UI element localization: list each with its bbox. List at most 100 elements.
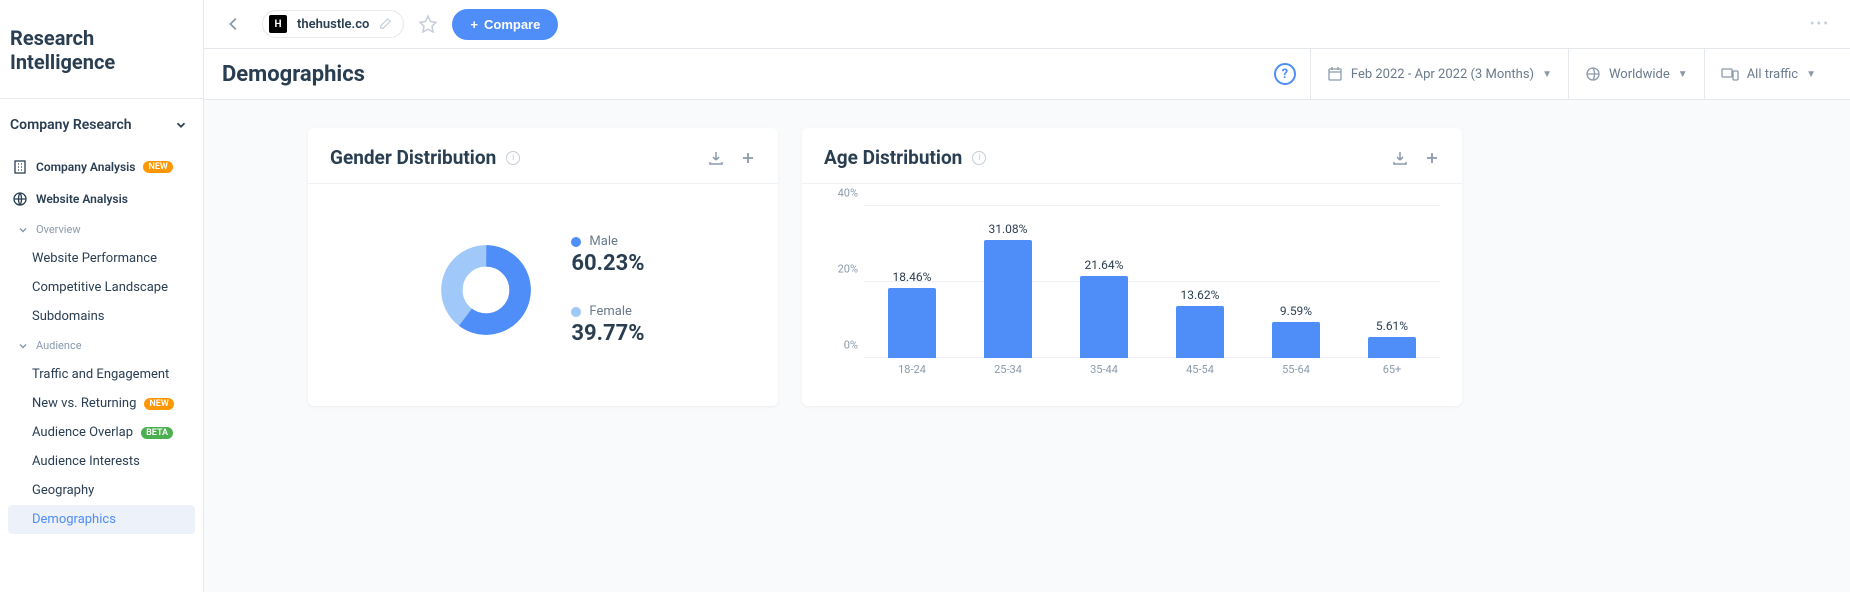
sidebar-item-subdomains[interactable]: Subdomains xyxy=(0,302,203,331)
sidebar-item-new-returning[interactable]: New vs. ReturningNEW xyxy=(0,389,203,418)
region-filter[interactable]: Worldwide ▼ xyxy=(1568,49,1704,99)
y-tick: 40% xyxy=(838,187,858,200)
legend-dot xyxy=(571,237,581,247)
bar xyxy=(888,288,936,358)
cards-row: Gender Distribution i xyxy=(204,100,1850,434)
globe-icon xyxy=(12,191,28,207)
subgroup-label: Audience xyxy=(36,339,82,352)
globe-icon xyxy=(1585,66,1601,82)
favorite-button[interactable] xyxy=(418,14,438,34)
sidebar-item-audience-interests[interactable]: Audience Interests xyxy=(0,447,203,476)
main-area: H thehustle.co + Compare ••• Demographic… xyxy=(204,0,1850,592)
more-menu-button[interactable]: ••• xyxy=(1806,12,1834,36)
filter-label: Feb 2022 - Apr 2022 (3 Months) xyxy=(1351,67,1534,82)
page-title: Demographics xyxy=(222,62,365,87)
x-tick: 65+ xyxy=(1362,363,1422,376)
bar-value-label: 21.64% xyxy=(1085,258,1124,272)
traffic-filter[interactable]: All traffic ▼ xyxy=(1704,49,1832,99)
gender-chart: Male 60.23% Female 39.77% xyxy=(308,184,778,406)
favicon-icon: H xyxy=(269,15,287,33)
chevron-down-icon: ▼ xyxy=(1806,69,1816,80)
gender-legend: Male 60.23% Female 39.77% xyxy=(571,234,644,346)
download-button[interactable] xyxy=(1392,150,1408,166)
back-button[interactable] xyxy=(220,10,248,38)
add-button[interactable] xyxy=(740,150,756,166)
legend-dot xyxy=(571,307,581,317)
sidebar-item-demographics[interactable]: Demographics xyxy=(8,505,195,534)
donut-chart xyxy=(441,245,531,335)
x-tick: 18-24 xyxy=(882,363,942,376)
bar-value-label: 18.46% xyxy=(893,270,932,284)
add-button[interactable] xyxy=(1424,150,1440,166)
nav-label: Website Performance xyxy=(32,251,157,266)
devices-icon xyxy=(1721,66,1739,82)
bar xyxy=(1176,306,1224,358)
calendar-icon xyxy=(1327,66,1343,82)
age-distribution-card: Age Distribution i xyxy=(802,128,1462,406)
bar-value-label: 9.59% xyxy=(1280,304,1312,318)
chevron-down-icon xyxy=(18,225,28,235)
bar-column: 5.61% xyxy=(1362,319,1422,358)
bar-column: 21.64% xyxy=(1074,258,1134,358)
subgroup-label: Overview xyxy=(36,223,81,236)
info-icon[interactable]: i xyxy=(506,151,520,165)
help-button[interactable]: ? xyxy=(1274,63,1296,85)
subgroup-overview[interactable]: Overview xyxy=(0,215,203,244)
x-tick: 25-34 xyxy=(978,363,1038,376)
bar-column: 9.59% xyxy=(1266,304,1326,358)
sidebar-item-website-performance[interactable]: Website Performance xyxy=(0,244,203,273)
y-tick: 0% xyxy=(844,339,858,352)
legend-value: 39.77% xyxy=(571,321,644,346)
nav-label: Traffic and Engagement xyxy=(32,367,169,382)
domain-text: thehustle.co xyxy=(297,17,369,32)
nav-label: Company Analysis xyxy=(36,160,135,174)
compare-button[interactable]: + Compare xyxy=(452,9,558,40)
card-header: Age Distribution i xyxy=(802,128,1462,184)
button-label: Compare xyxy=(484,17,540,32)
bar-column: 31.08% xyxy=(978,222,1038,358)
section-label: Company Research xyxy=(10,117,132,133)
building-icon xyxy=(12,159,28,175)
age-chart: 0% 20% 40% 18.46% 31.08% 21.64% 13.62% 9.59%… xyxy=(802,184,1462,376)
info-icon[interactable]: i xyxy=(972,151,986,165)
x-tick: 55-64 xyxy=(1266,363,1326,376)
date-range-filter[interactable]: Feb 2022 - Apr 2022 (3 Months) ▼ xyxy=(1310,49,1568,99)
chevron-down-icon xyxy=(173,117,189,133)
bar-value-label: 13.62% xyxy=(1181,288,1220,302)
nav-label: Geography xyxy=(32,483,94,498)
sidebar-item-website-analysis[interactable]: Website Analysis xyxy=(0,183,203,215)
legend-label: Female xyxy=(589,304,631,319)
nav-label: Subdomains xyxy=(32,309,104,324)
subgroup-audience[interactable]: Audience xyxy=(0,331,203,360)
download-button[interactable] xyxy=(708,150,724,166)
bar xyxy=(1080,276,1128,358)
section-company-research[interactable]: Company Research xyxy=(0,99,203,151)
bar-column: 18.46% xyxy=(882,270,942,358)
nav-label: Demographics xyxy=(32,512,116,527)
badge-beta: BETA xyxy=(141,427,173,439)
page-header: Demographics ? Feb 2022 - Apr 2022 (3 Mo… xyxy=(204,48,1850,100)
bar xyxy=(984,240,1032,358)
domain-selector[interactable]: H thehustle.co xyxy=(262,10,404,38)
chevron-down-icon: ▼ xyxy=(1678,69,1688,80)
chevron-down-icon: ▼ xyxy=(1542,69,1552,80)
card-title: Age Distribution xyxy=(824,146,962,169)
sidebar-item-company-analysis[interactable]: Company Analysis NEW xyxy=(0,151,203,183)
sidebar-item-competitive-landscape[interactable]: Competitive Landscape xyxy=(0,273,203,302)
edit-icon[interactable] xyxy=(379,18,391,30)
plot-area: 18.46% 31.08% 21.64% 13.62% 9.59% 5.61% xyxy=(864,206,1440,358)
badge-new: NEW xyxy=(144,398,173,410)
sidebar: Research Intelligence Company Research C… xyxy=(0,0,204,592)
bar-value-label: 5.61% xyxy=(1376,319,1408,333)
nav-label: Audience Interests xyxy=(32,454,140,469)
bar-column: 13.62% xyxy=(1170,288,1230,358)
y-axis: 0% 20% 40% xyxy=(824,206,864,358)
sidebar-item-geography[interactable]: Geography xyxy=(0,476,203,505)
sidebar-item-traffic-engagement[interactable]: Traffic and Engagement xyxy=(0,360,203,389)
filter-label: Worldwide xyxy=(1609,67,1670,82)
x-tick: 45-54 xyxy=(1170,363,1230,376)
sidebar-item-audience-overlap[interactable]: Audience OverlapBETA xyxy=(0,418,203,447)
chevron-down-icon xyxy=(18,341,28,351)
x-tick: 35-44 xyxy=(1074,363,1134,376)
legend-value: 60.23% xyxy=(571,251,644,276)
